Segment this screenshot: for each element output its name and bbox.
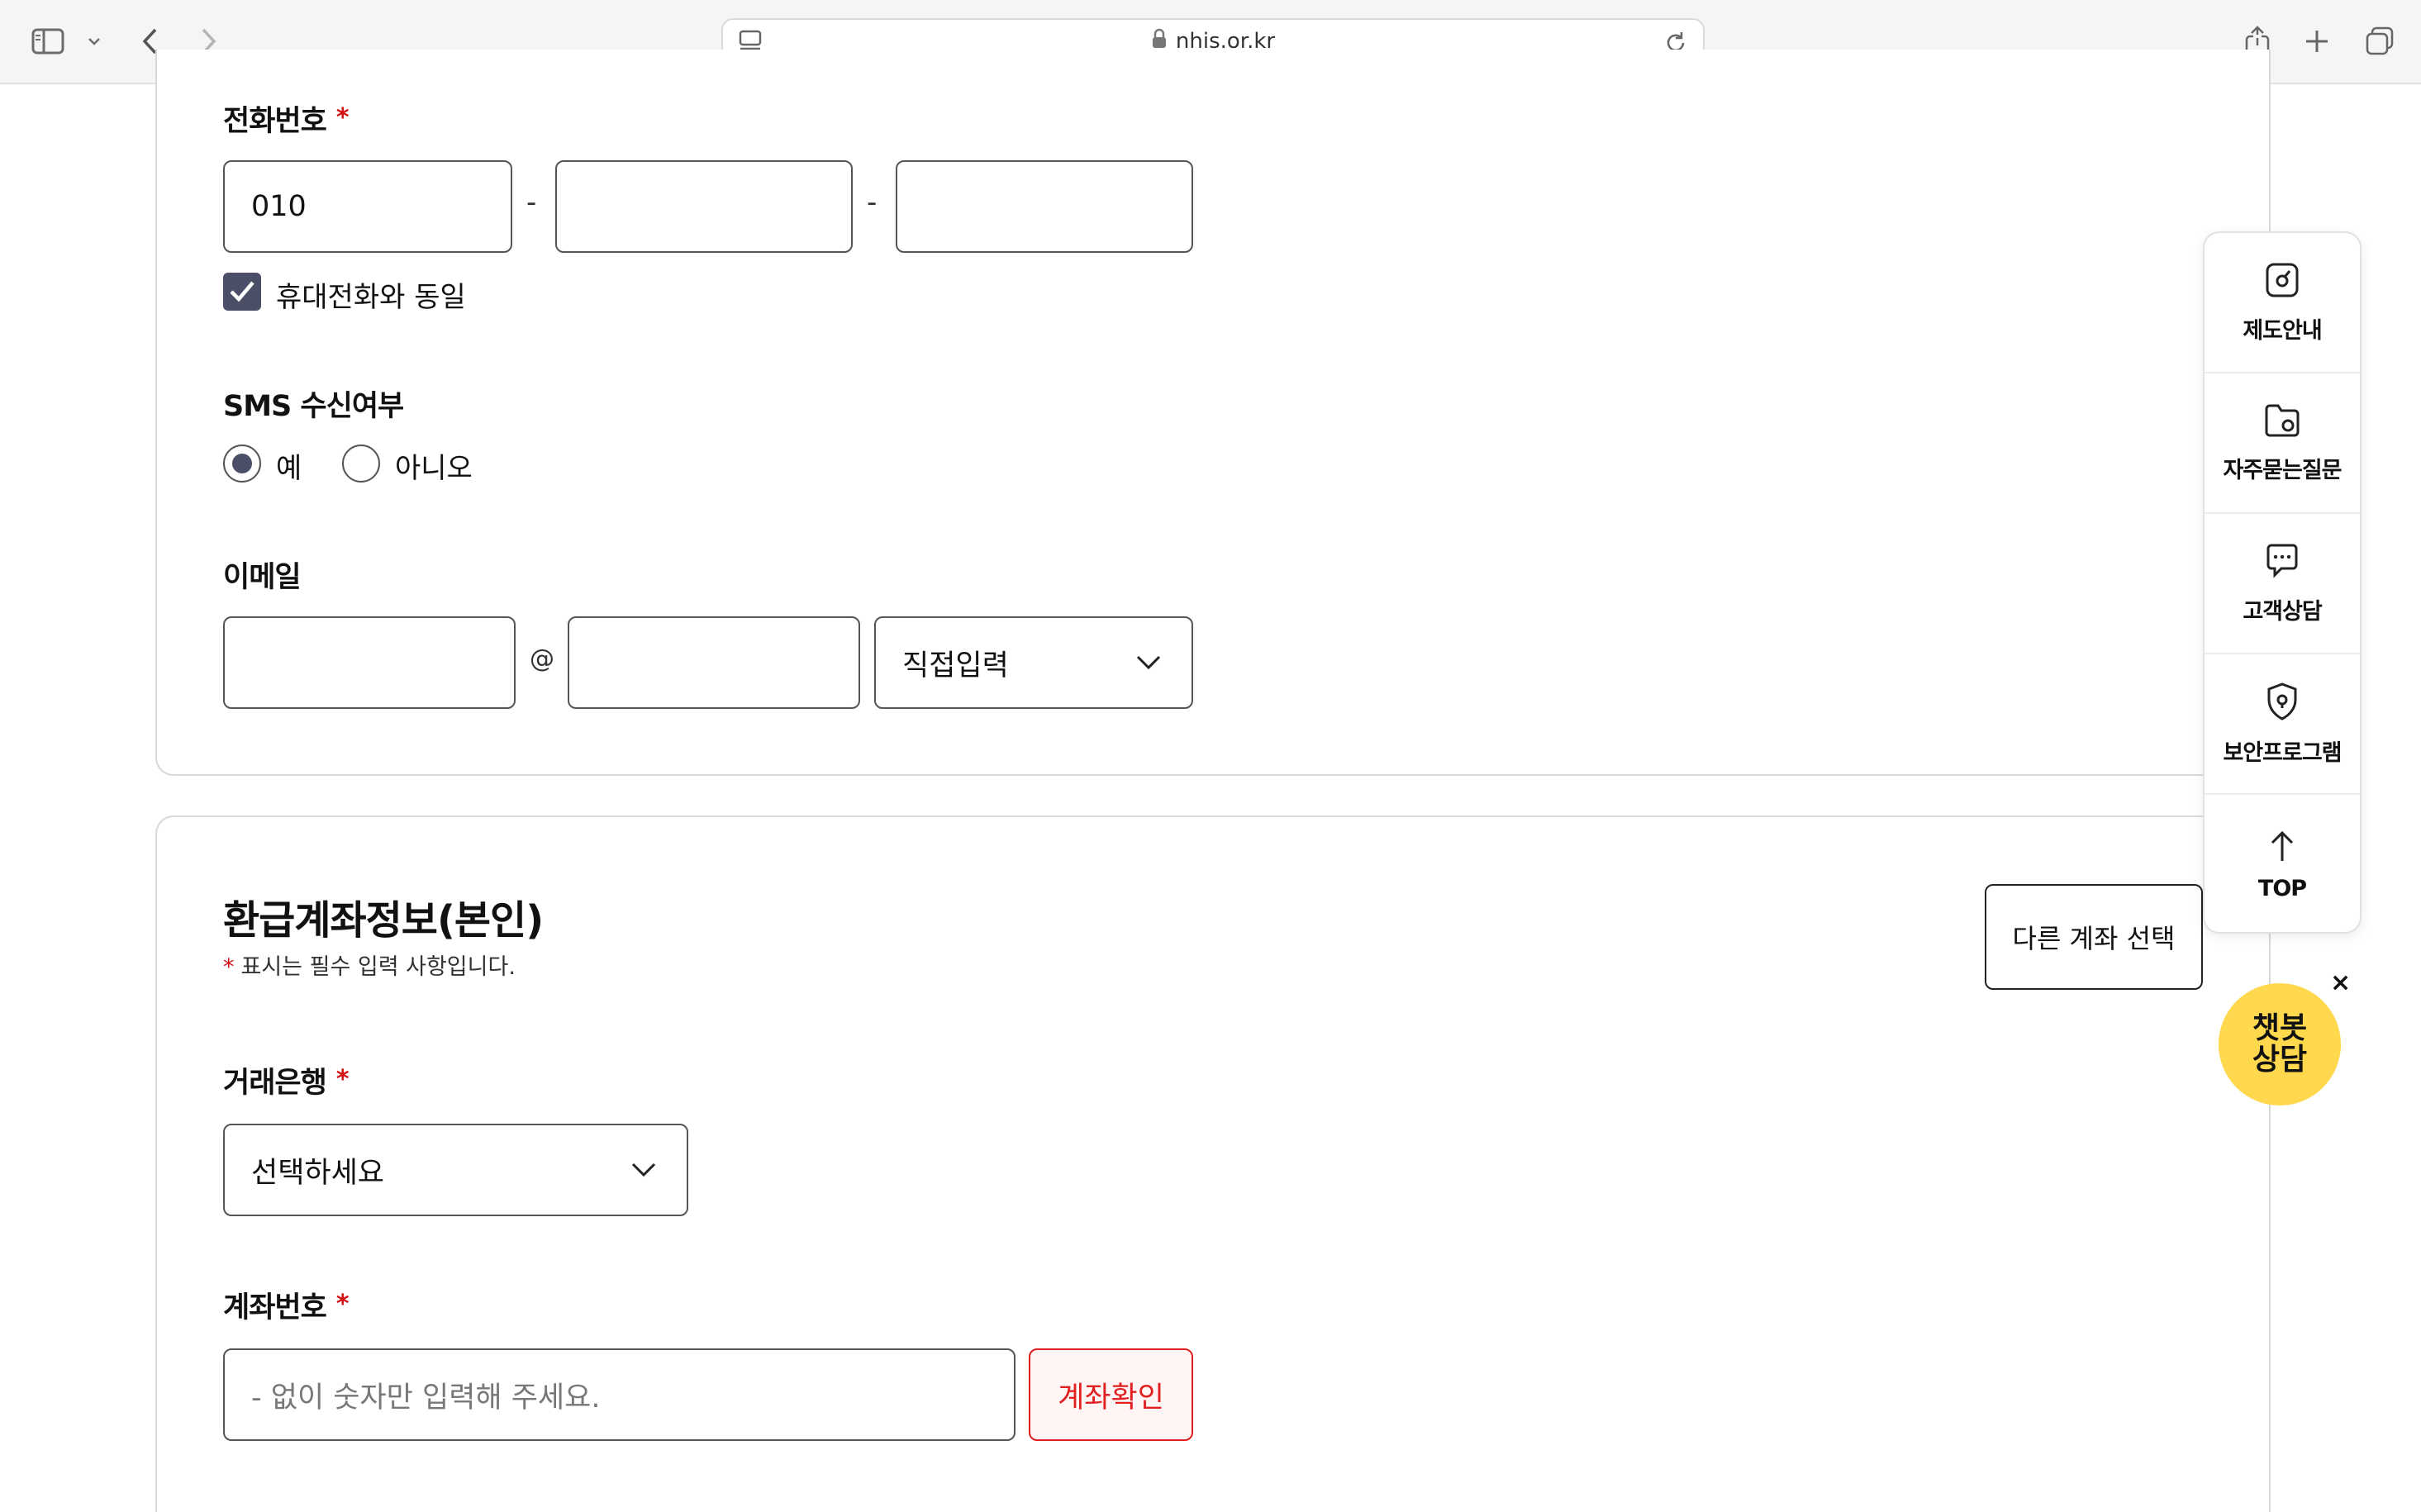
faq-folder-icon xyxy=(2265,404,2300,436)
quick-menu-item-top[interactable]: TOP xyxy=(2205,795,2360,935)
phone-separator: - xyxy=(867,186,878,219)
quick-menu-label: 고객상담 xyxy=(2243,598,2322,625)
bank-label: 거래은행 * xyxy=(223,1065,350,1100)
arrow-up-icon xyxy=(2271,830,2294,861)
other-account-button[interactable]: 다른 계좌 선택 xyxy=(1985,884,2203,990)
account-number-label: 계좌번호 * xyxy=(223,1290,350,1324)
chevron-down-icon[interactable] xyxy=(83,18,106,64)
required-mark: * xyxy=(335,103,350,132)
quick-menu-label: 제도안내 xyxy=(2243,317,2322,344)
bank-select[interactable]: 선택하세요 xyxy=(223,1124,688,1216)
chevron-down-icon xyxy=(631,1163,656,1177)
quick-menu-item-guide[interactable]: 제도안내 xyxy=(2205,233,2360,373)
tabs-overview-icon[interactable] xyxy=(2363,18,2396,64)
email-label: 이메일 xyxy=(223,561,302,594)
required-mark: * xyxy=(223,954,235,980)
quick-menu: 제도안내 자주묻는질문 고객상담 보안프로그램 TOP xyxy=(2203,231,2362,934)
same-as-mobile-label[interactable]: 휴대전화와 동일 xyxy=(276,274,466,315)
sms-no-label[interactable]: 아니오 xyxy=(395,445,473,486)
quick-menu-label: 보안프로그램 xyxy=(2223,739,2342,766)
email-domain-input[interactable] xyxy=(568,616,860,709)
chat-bubble-icon xyxy=(2266,544,2298,578)
chatbot-label-line2: 상담 xyxy=(2252,1043,2308,1077)
chatbot-label-line1: 챗봇 xyxy=(2252,1011,2308,1045)
email-at-sign: @ xyxy=(530,644,554,673)
quick-menu-item-consult[interactable]: 고객상담 xyxy=(2205,514,2360,654)
quick-menu-item-faq[interactable]: 자주묻는질문 xyxy=(2205,373,2360,514)
refund-section-title: 환급계좌정보(본인) xyxy=(223,897,544,944)
phone-last-input[interactable] xyxy=(896,160,1193,253)
guide-icon xyxy=(2266,263,2299,297)
new-tab-icon[interactable] xyxy=(2300,18,2333,64)
account-number-input[interactable]: - 없이 숫자만 입력해 주세요. xyxy=(223,1348,1015,1441)
chevron-down-icon xyxy=(1136,655,1161,670)
chatbot-close-icon[interactable]: × xyxy=(2330,968,2351,997)
phone-separator: - xyxy=(526,186,537,219)
required-note: * 표시는 필수 입력 사항입니다. xyxy=(223,954,516,980)
sidebar-toggle-icon[interactable] xyxy=(28,18,68,64)
same-as-mobile-checkbox[interactable] xyxy=(223,273,261,311)
sms-yes-radio[interactable] xyxy=(223,445,261,483)
bank-select-value: 선택하세요 xyxy=(251,1156,385,1190)
verify-account-button[interactable]: 계좌확인 xyxy=(1029,1348,1193,1441)
shield-icon xyxy=(2267,682,2297,720)
quick-menu-item-security[interactable]: 보안프로그램 xyxy=(2205,654,2360,795)
required-mark: * xyxy=(335,1065,350,1094)
phone-label: 전화번호 * xyxy=(223,103,350,138)
email-domain-select[interactable]: 직접입력 xyxy=(874,616,1193,709)
sms-label: SMS 수신여부 xyxy=(223,390,404,423)
email-id-input[interactable] xyxy=(223,616,516,709)
quick-menu-label: TOP xyxy=(2257,875,2307,901)
check-icon xyxy=(230,281,254,302)
phone-middle-input[interactable] xyxy=(555,160,853,253)
required-mark: * xyxy=(335,1290,350,1319)
sms-yes-label[interactable]: 예 xyxy=(276,445,302,486)
chatbot-button[interactable]: 챗봇 상담 xyxy=(2219,983,2341,1105)
quick-menu-label: 자주묻는질문 xyxy=(2223,457,2342,483)
sms-no-radio[interactable] xyxy=(342,445,380,483)
email-domain-select-value: 직접입력 xyxy=(902,649,1009,682)
phone-first-input[interactable]: 010 xyxy=(223,160,512,253)
